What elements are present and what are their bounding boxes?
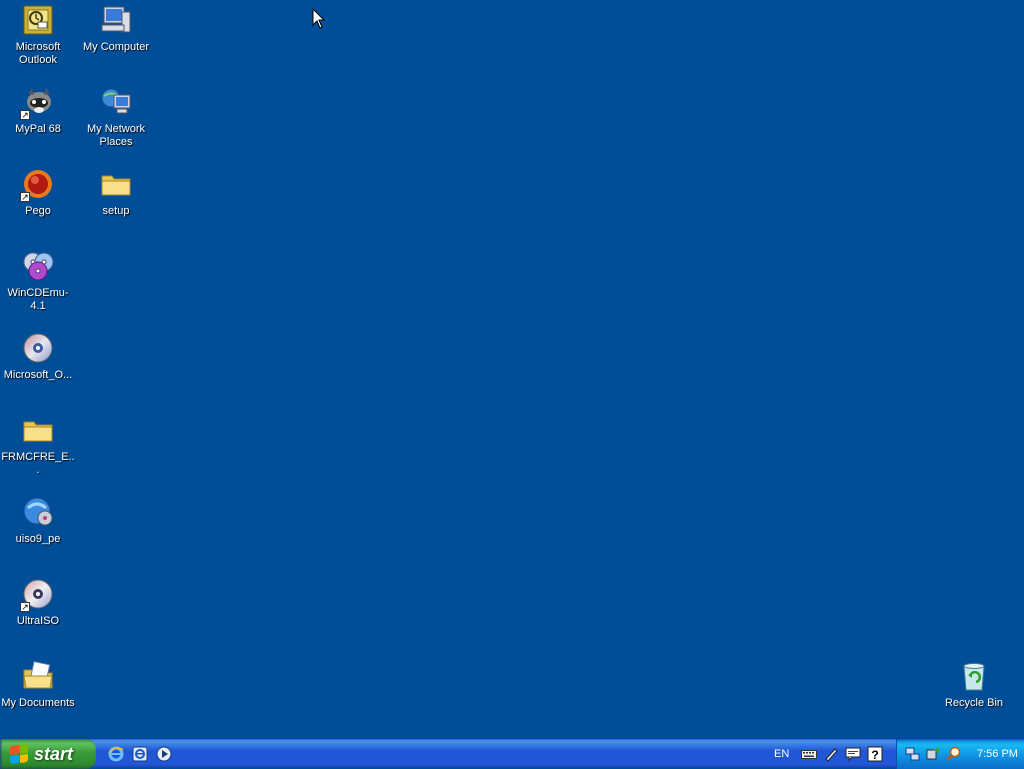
network-icon[interactable] — [905, 746, 921, 762]
desktop-icon-setup[interactable]: setup — [78, 167, 154, 239]
desktop-icon-pego[interactable]: ↗ Pego — [0, 167, 76, 239]
desktop-icon-label: setup — [102, 205, 130, 217]
desktop-icon-label: Recycle Bin — [944, 697, 1004, 709]
speech-icon[interactable] — [845, 746, 861, 762]
desktop-icon-my-documents[interactable]: My Documents — [0, 659, 76, 731]
folder-icon — [22, 414, 54, 446]
desktop-icon-label: My Documents — [1, 697, 75, 709]
desktop-icon-label: Microsoft_O... — [3, 369, 73, 381]
language-indicator[interactable]: EN — [774, 748, 789, 760]
safely-remove-icon[interactable] — [925, 746, 941, 762]
recycle-bin-icon — [958, 660, 990, 692]
my-computer-icon — [100, 4, 132, 36]
start-button[interactable]: start — [0, 739, 96, 769]
desktop-icon-label: Microsoft Outlook — [15, 41, 61, 66]
shortcut-arrow-icon: ↗ — [20, 192, 30, 202]
desktop-icon-label: FRMCFRE_E... — [1, 451, 75, 476]
desktop-icon-mypal[interactable]: ↗ MyPal 68 — [0, 85, 76, 157]
quick-launch — [106, 744, 174, 764]
mouse-cursor-icon — [312, 8, 326, 29]
ie-alt-icon[interactable] — [130, 744, 150, 764]
system-tray: 7:56 PM — [896, 739, 1024, 769]
desktop-icon-label: My Network Places — [86, 123, 146, 148]
desktop-icon-label: WinCDEmu-4.1 — [7, 287, 69, 312]
desktop-icon-label: UltraISO — [16, 615, 60, 627]
desktop-icon-microsoft-outlook[interactable]: Microsoft Outlook — [0, 3, 76, 75]
desktop-icon-label: uiso9_pe — [15, 533, 61, 545]
desktop-icon-microsoft-o[interactable]: Microsoft_O... — [0, 331, 76, 403]
start-label: start — [34, 743, 74, 764]
keyboard-icon[interactable] — [801, 746, 818, 762]
pen-icon[interactable] — [823, 746, 839, 762]
windows-logo-icon — [10, 744, 28, 764]
desktop-icon-ultraiso[interactable]: ↗ UltraISO — [0, 577, 76, 649]
taskbar: start EN ? 7:56 PM — [0, 738, 1024, 769]
folder-icon — [100, 168, 132, 200]
my-documents-icon — [22, 660, 54, 692]
network-places-icon — [100, 86, 132, 118]
help-icon[interactable]: ? — [867, 746, 883, 762]
language-bar: EN ? — [774, 739, 883, 769]
desktop-icon-my-computer[interactable]: My Computer — [78, 3, 154, 75]
shortcut-arrow-icon: ↗ — [20, 110, 30, 120]
desktop-icon-frmcfre[interactable]: FRMCFRE_E... — [0, 413, 76, 485]
ultraiso-icon: ↗ — [20, 578, 54, 612]
outlook-icon — [22, 4, 54, 36]
desktop[interactable]: Microsoft Outlook ↗ MyPal 68 ↗ Pego WinC… — [0, 0, 1024, 738]
desktop-icon-uiso9-pe[interactable]: uiso9_pe — [0, 495, 76, 567]
wincdemu-icon — [22, 250, 54, 282]
pego-icon: ↗ — [20, 168, 54, 202]
uiso-installer-icon — [22, 496, 54, 528]
desktop-icon-label: MyPal 68 — [15, 123, 61, 135]
mypal-icon: ↗ — [20, 86, 54, 120]
search-icon[interactable] — [945, 746, 961, 762]
desktop-icon-recycle-bin[interactable]: Recycle Bin — [936, 659, 1012, 731]
svg-text:?: ? — [872, 748, 879, 762]
shortcut-arrow-icon: ↗ — [20, 602, 30, 612]
desktop-icon-my-network-places[interactable]: My Network Places — [78, 85, 154, 157]
media-player-icon[interactable] — [154, 744, 174, 764]
internet-explorer-icon[interactable] — [106, 744, 126, 764]
desktop-icon-label: My Computer — [82, 41, 150, 53]
disc-image-icon — [22, 332, 54, 364]
clock[interactable]: 7:56 PM — [977, 748, 1018, 760]
desktop-icon-label: Pego — [25, 205, 51, 217]
desktop-icon-wincdemu[interactable]: WinCDEmu-4.1 — [0, 249, 76, 321]
